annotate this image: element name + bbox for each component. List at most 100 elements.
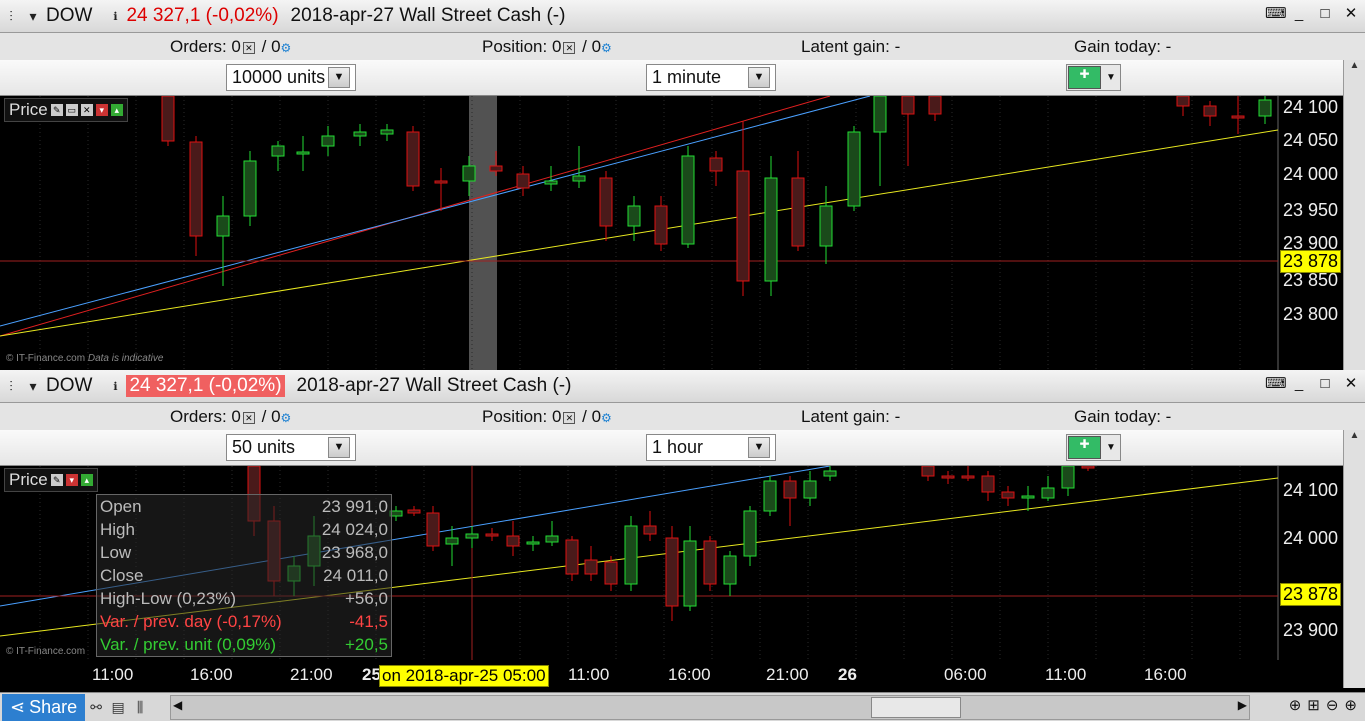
chart-tools-dropdown[interactable]: ✚ ▼ — [1066, 434, 1121, 461]
interval-dropdown[interactable]: 1 hour ▼ — [646, 434, 776, 461]
move-down-icon[interactable]: ▾ — [65, 474, 78, 486]
chevron-down-icon[interactable]: ▾ — [22, 8, 44, 25]
candle — [526, 541, 540, 545]
share-icon: ⋖ — [10, 696, 26, 717]
horizontal-scrollbar[interactable]: ◀ ▶ — [170, 695, 1250, 720]
orders-value: 0 — [231, 37, 241, 56]
chevron-down-icon[interactable]: ▾ — [22, 378, 44, 395]
vertical-scrollbar[interactable]: ▲ — [1343, 60, 1365, 370]
candle — [426, 512, 440, 547]
candle — [462, 165, 476, 182]
control-bar: 10000 units ▼ 1 minute ▼ ✚ ▼ — [0, 60, 1365, 96]
link-icon[interactable]: ⚯ — [85, 699, 107, 716]
minimize-icon[interactable]: _ — [1291, 376, 1307, 392]
orders-value: 0 — [231, 407, 241, 426]
chevron-down-icon[interactable]: ▼ — [1102, 72, 1120, 83]
minimize-icon[interactable]: _ — [1291, 6, 1307, 22]
candle — [1176, 95, 1190, 107]
window-icon[interactable]: ▭ — [65, 104, 78, 116]
close-icon[interactable]: ✕ — [80, 104, 93, 116]
position: Position: 0 ✕ / 0⚙ — [482, 407, 612, 427]
ohlc-value: 24 024,0 — [321, 520, 388, 539]
units-dropdown[interactable]: 50 units ▼ — [226, 434, 356, 461]
move-up-icon[interactable]: ▴ — [110, 104, 123, 116]
vertical-scrollbar[interactable]: ▲ — [1343, 430, 1365, 688]
zoom-fit-icon[interactable]: ⊕ — [1289, 696, 1302, 714]
units-value: 10000 units — [232, 67, 326, 87]
candle — [271, 145, 285, 157]
interval-dropdown[interactable]: 1 minute ▼ — [646, 64, 776, 91]
zoom-out-icon[interactable]: ⊖ — [1326, 696, 1339, 714]
chevron-down-icon[interactable]: ▼ — [328, 437, 350, 458]
ohlc-row: Low 23 968,0 — [97, 541, 391, 564]
close-icon[interactable]: ✕ — [1343, 6, 1359, 22]
wrench-icon[interactable]: ✎ — [50, 104, 63, 116]
price-legend: Price ✎ ▭ ✕ ▾ ▴ — [4, 98, 128, 122]
ohlc-label: Close — [100, 566, 144, 585]
chart-tools-icon: ✚ — [1068, 66, 1101, 89]
arrow-left-icon[interactable]: ◀ — [173, 698, 182, 712]
candle — [465, 533, 479, 539]
candle — [216, 215, 230, 237]
y-tick-label: 23 900 — [1283, 620, 1338, 640]
ohlc-value: +20,5 — [344, 635, 388, 654]
settings-icon[interactable]: ⚙ — [281, 411, 292, 425]
info-icon[interactable]: ℹ — [104, 10, 126, 23]
orders: Orders: 0 ✕ / 0⚙ — [170, 407, 291, 427]
cancel-icon[interactable]: ✕ — [563, 411, 576, 424]
settings-icon[interactable]: ⚙ — [601, 41, 612, 55]
scroll-thumb[interactable] — [871, 697, 961, 718]
y-tick-label: 23 800 — [1283, 466, 1338, 470]
candlestick-icon[interactable]: ⫶ — [0, 378, 22, 395]
maximize-icon[interactable]: □ — [1317, 376, 1333, 392]
wrench-icon[interactable]: ✎ — [50, 474, 63, 486]
chart-type-icon[interactable]: ⫼ — [129, 699, 151, 716]
chevron-down-icon[interactable]: ▼ — [748, 67, 770, 88]
ohlc-tooltip: Open 23 991,0 High 24 024,0 Low 23 968,0 Close… — [96, 494, 392, 657]
maximize-icon[interactable]: □ — [1317, 6, 1333, 22]
keyboard-icon[interactable]: ⌨ — [1265, 376, 1287, 392]
info-icon[interactable]: ℹ — [104, 380, 126, 393]
share-button[interactable]: ⋖ Share — [2, 693, 86, 721]
y-tick-label: 24 050 — [1283, 130, 1338, 150]
y-tick-label: 23 850 — [1283, 270, 1338, 290]
keyboard-icon[interactable]: ⌨ — [1265, 6, 1287, 22]
close-icon[interactable]: ✕ — [1343, 376, 1359, 392]
settings-icon[interactable]: ⚙ — [601, 411, 612, 425]
interval-value: 1 hour — [652, 437, 704, 457]
cancel-icon[interactable]: ✕ — [242, 41, 255, 54]
candle — [743, 510, 757, 557]
x-tick-label: 21:00 — [766, 665, 809, 684]
cancel-icon[interactable]: ✕ — [242, 411, 255, 424]
x-tick-label: 16:00 — [668, 665, 711, 684]
candle — [764, 177, 778, 282]
candle — [901, 95, 915, 115]
candlestick-icon[interactable]: ⫶ — [0, 8, 22, 25]
ohlc-row: Open 23 991,0 — [97, 495, 391, 518]
candle — [873, 95, 887, 133]
price-chart-hour[interactable]: 24 100 24 000 23 900 23 800 Price ✎ ▾ ▴ Ope… — [0, 450, 1343, 688]
price-chart-minute[interactable]: 24 100 24 050 24 000 23 950 23 900 23 850 23 8… — [0, 95, 1343, 370]
chevron-down-icon[interactable]: ▼ — [1102, 442, 1120, 453]
candle — [823, 470, 837, 477]
units-dropdown[interactable]: 10000 units ▼ — [226, 64, 356, 91]
move-up-icon[interactable]: ▴ — [80, 474, 93, 486]
chevron-down-icon[interactable]: ▼ — [748, 437, 770, 458]
arrow-right-icon[interactable]: ▶ — [1238, 698, 1247, 712]
chart-tools-icon: ✚ — [1068, 436, 1101, 459]
settings-icon[interactable]: ⚙ — [281, 41, 292, 55]
position-total: / 0 — [582, 37, 602, 56]
zoom-in-icon[interactable]: ⊕ — [1344, 696, 1357, 714]
candle — [736, 170, 750, 282]
chevron-down-icon[interactable]: ▼ — [328, 67, 350, 88]
arrow-up-icon[interactable]: ▲ — [1344, 60, 1365, 71]
zoom-area-icon[interactable]: ⊞ — [1307, 696, 1320, 714]
candle — [516, 173, 530, 189]
y-tick-label: 23 800 — [1283, 304, 1338, 324]
chart-tools-dropdown[interactable]: ✚ ▼ — [1066, 64, 1121, 91]
cancel-icon[interactable]: ✕ — [563, 41, 576, 54]
move-down-icon[interactable]: ▾ — [95, 104, 108, 116]
print-icon[interactable]: ▤ — [107, 699, 129, 716]
arrow-up-icon[interactable]: ▲ — [1344, 430, 1365, 441]
ohlc-label: Var. / prev. day (-0,17%) — [100, 612, 282, 631]
